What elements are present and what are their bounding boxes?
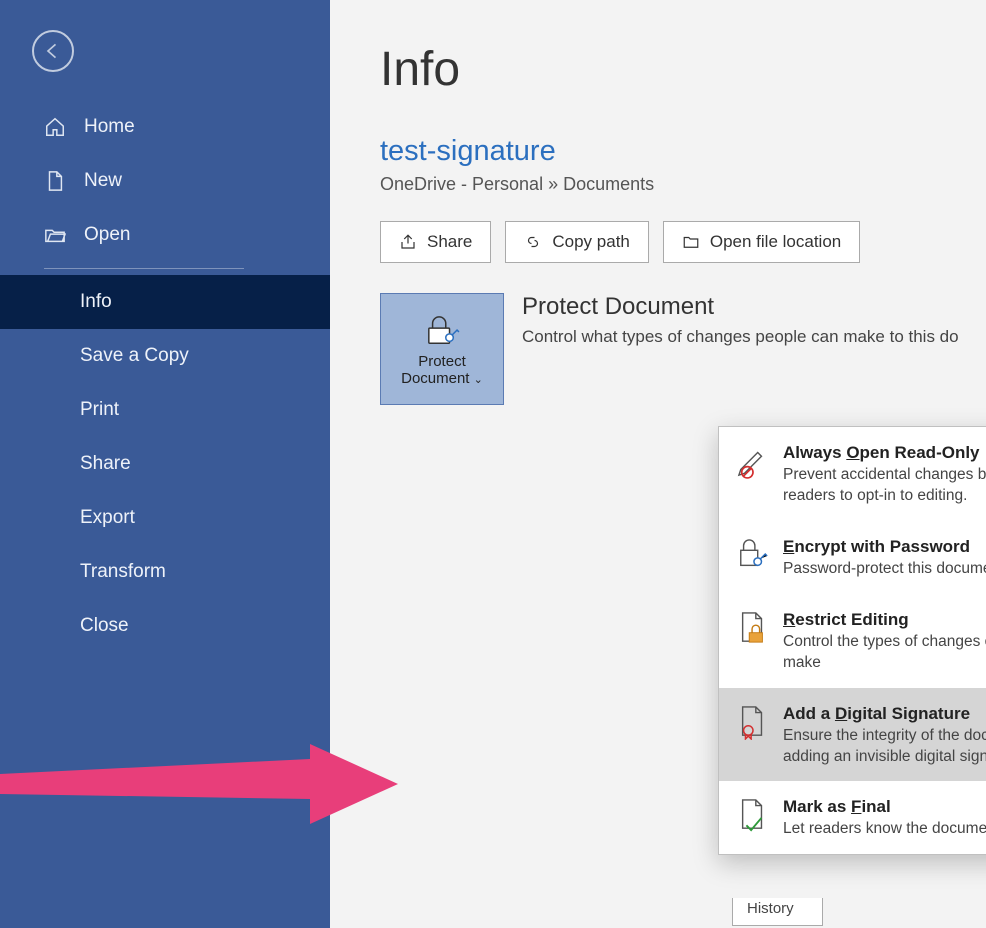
sidebar-item-info[interactable]: Info bbox=[0, 275, 330, 329]
home-icon bbox=[44, 116, 66, 138]
action-row: Share Copy path Open file location bbox=[380, 221, 986, 263]
sidebar-separator bbox=[44, 268, 244, 269]
doc-title: test-signature bbox=[380, 135, 986, 168]
share-icon bbox=[399, 233, 417, 251]
protect-btn-line2: Document bbox=[401, 370, 469, 387]
final-icon bbox=[737, 797, 769, 833]
link-icon bbox=[524, 233, 542, 251]
sidebar-item-export[interactable]: Export bbox=[0, 491, 330, 545]
sidebar-item-save-copy[interactable]: Save a Copy bbox=[0, 329, 330, 383]
sidebar-label: Close bbox=[80, 615, 129, 637]
menu-restrict-editing[interactable]: Restrict Editing Control the types of ch… bbox=[719, 594, 986, 688]
menu-always-open-read-only[interactable]: Always Open Read-Only Prevent accidental… bbox=[719, 427, 986, 521]
sidebar-label: New bbox=[84, 170, 122, 192]
main-panel: Info test-signature OneDrive - Personal … bbox=[330, 0, 986, 928]
open-file-location-button[interactable]: Open file location bbox=[663, 221, 860, 263]
menu-sub: Password-protect this document bbox=[783, 559, 986, 580]
menu-mark-as-final[interactable]: Mark as Final Let readers know the docum… bbox=[719, 781, 986, 854]
lock-key-icon bbox=[423, 315, 461, 347]
share-label: Share bbox=[427, 232, 472, 252]
encrypt-icon bbox=[737, 537, 769, 573]
protect-document-button[interactable]: Protect Document ⌄ bbox=[380, 293, 504, 405]
sidebar-item-close[interactable]: Close bbox=[0, 599, 330, 653]
sidebar-label: Save a Copy bbox=[80, 345, 189, 367]
protect-section-title: Protect Document bbox=[522, 293, 959, 321]
sidebar-label: Home bbox=[84, 116, 135, 138]
back-button[interactable] bbox=[32, 30, 74, 72]
sidebar-label: Print bbox=[80, 399, 119, 421]
menu-sub: Ensure the integrity of the document by … bbox=[783, 726, 986, 768]
menu-add-digital-signature[interactable]: Add a Digital Signature Ensure the integ… bbox=[719, 688, 986, 782]
folder-icon bbox=[682, 233, 700, 251]
copy-path-label: Copy path bbox=[552, 232, 630, 252]
protect-btn-line1: Protect bbox=[418, 353, 466, 370]
menu-encrypt-with-password[interactable]: Encrypt with Password Password-protect t… bbox=[719, 521, 986, 594]
new-doc-icon bbox=[44, 170, 66, 192]
annotation-arrow bbox=[0, 744, 400, 834]
share-button[interactable]: Share bbox=[380, 221, 491, 263]
sidebar-label: Export bbox=[80, 507, 135, 529]
open-location-label: Open file location bbox=[710, 232, 841, 252]
sidebar-label: Open bbox=[84, 224, 130, 246]
page-title: Info bbox=[380, 42, 986, 97]
sidebar-item-print[interactable]: Print bbox=[0, 383, 330, 437]
chevron-down-icon: ⌄ bbox=[474, 374, 483, 386]
menu-sub: Control the types of changes others can … bbox=[783, 632, 986, 674]
sidebar-item-home[interactable]: Home bbox=[0, 100, 330, 154]
sidebar-item-open[interactable]: Open bbox=[0, 208, 330, 262]
sidebar-label: Share bbox=[80, 453, 131, 475]
sidebar-item-new[interactable]: New bbox=[0, 154, 330, 208]
breadcrumb: OneDrive - Personal » Documents bbox=[380, 174, 986, 195]
restrict-icon bbox=[737, 610, 769, 646]
sidebar-label: Transform bbox=[80, 561, 166, 583]
signature-icon bbox=[737, 704, 769, 740]
readonly-icon bbox=[737, 443, 769, 479]
sidebar-item-share[interactable]: Share bbox=[0, 437, 330, 491]
arrow-left-icon bbox=[43, 41, 63, 61]
history-button-peek[interactable]: History bbox=[732, 898, 823, 926]
menu-sub: Let readers know the document is final. bbox=[783, 819, 986, 840]
copy-path-button[interactable]: Copy path bbox=[505, 221, 649, 263]
sidebar-label: Info bbox=[80, 291, 112, 313]
protect-document-dropdown: Always Open Read-Only Prevent accidental… bbox=[718, 426, 986, 855]
protect-section-desc: Control what types of changes people can… bbox=[522, 327, 959, 347]
sidebar-item-transform[interactable]: Transform bbox=[0, 545, 330, 599]
folder-open-icon bbox=[44, 224, 66, 246]
menu-sub: Prevent accidental changes by asking rea… bbox=[783, 465, 986, 507]
